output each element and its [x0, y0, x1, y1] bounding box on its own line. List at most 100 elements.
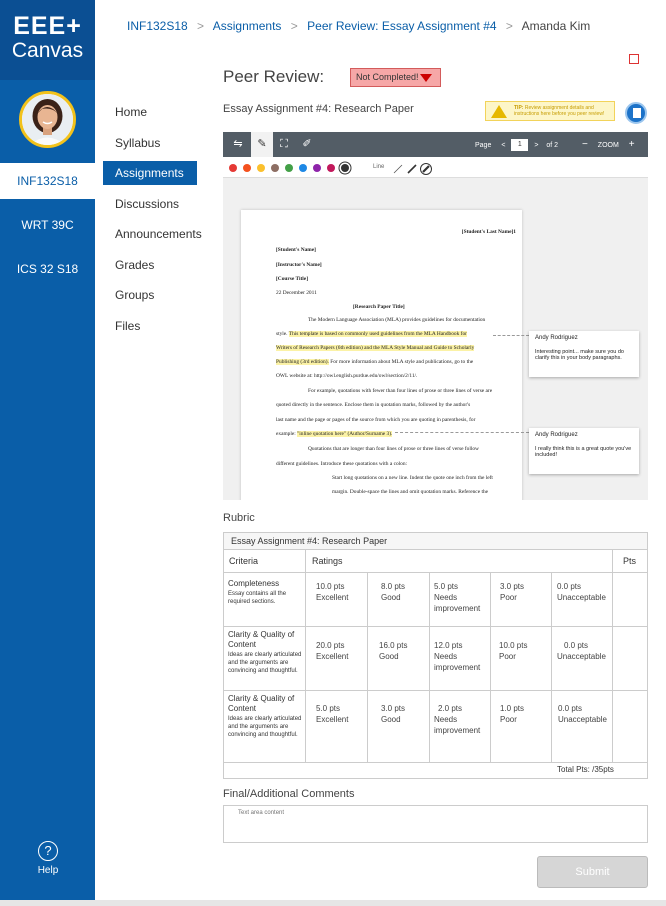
- pen-tool-icon[interactable]: ✎: [251, 132, 273, 157]
- breadcrumb-peer-review[interactable]: Peer Review: Essay Assignment #4: [307, 19, 496, 33]
- color-swatch-purple[interactable]: [313, 164, 321, 172]
- help-button[interactable]: ? Help: [28, 835, 68, 885]
- rating-points: 10.0 pts: [499, 641, 528, 650]
- paper-student: [Student's Name]: [276, 247, 316, 253]
- criterion-title: Clarity & Quality of Content: [228, 630, 295, 649]
- course-inf132s18[interactable]: INF132S18: [0, 163, 95, 199]
- warning-icon: [491, 105, 507, 118]
- rating-label: Excellent: [316, 715, 349, 724]
- rating-cell[interactable]: 5.0 pts Excellent: [316, 703, 348, 725]
- rating-cell[interactable]: 0.0 pts Unacceptable: [557, 640, 606, 662]
- paper-highlight[interactable]: Writers of Research Papers (6th edition)…: [276, 345, 475, 351]
- line-width-icon[interactable]: [393, 163, 433, 175]
- breadcrumb-course[interactable]: INF132S18: [127, 19, 188, 33]
- rating-label: Poor: [499, 652, 516, 661]
- rating-cell[interactable]: 10.0 pts Poor: [499, 640, 527, 662]
- nav-assignments[interactable]: Assignments: [103, 161, 197, 185]
- breadcrumb: INF132S18 > Assignments > Peer Review: E…: [127, 19, 590, 33]
- course-wrt39c[interactable]: WRT 39C: [0, 207, 95, 243]
- color-swatch-yellow[interactable]: [257, 164, 265, 172]
- prev-page-icon[interactable]: <: [501, 142, 505, 149]
- rating-cell[interactable]: 10.0 pts Excellent: [316, 581, 348, 603]
- rating-cell[interactable]: 20.0 pts Excellent: [316, 640, 348, 662]
- color-swatch-orange[interactable]: [243, 164, 251, 172]
- paper-line: margin. Double-space the lines and omit …: [332, 489, 489, 495]
- rating-cell[interactable]: 0.0 pts Unacceptable: [557, 581, 606, 603]
- logo-line1: EEE+: [13, 12, 82, 40]
- paper-line: style. This template is based on commonl…: [276, 331, 467, 337]
- comment-author: Andy Rodriguez: [535, 432, 578, 438]
- breadcrumb-assignments[interactable]: Assignments: [213, 19, 282, 33]
- highlighter-tool-icon[interactable]: ✐: [296, 132, 318, 157]
- rubric-label: Rubric: [223, 512, 255, 524]
- rating-cell[interactable]: 16.0 pts Good: [379, 640, 407, 662]
- rubric-header-row: Criteria Ratings Pts: [224, 550, 647, 573]
- criterion-description: Essay contains all the required sections…: [228, 591, 287, 605]
- chevron-down-icon: [420, 74, 432, 82]
- nav-announcements[interactable]: Announcements: [103, 222, 202, 246]
- rubric-divider: [551, 573, 552, 762]
- nav-groups[interactable]: Groups: [103, 283, 197, 307]
- rating-points: 0.0 pts: [558, 704, 583, 713]
- status-badge[interactable]: Not Completed!: [350, 68, 441, 87]
- paper-line: example: "inline quotation here" (Author…: [276, 431, 393, 437]
- paper-text: style.: [276, 331, 289, 337]
- essay-page: [Student's Last Name]1 [Student's Name] …: [241, 210, 522, 500]
- criterion-description: Ideas are clearly articulated and the ar…: [228, 652, 302, 674]
- help-label: Help: [37, 865, 59, 876]
- color-swatch-black[interactable]: [341, 164, 349, 172]
- paper-highlight[interactable]: "inline quotation here" (Author/Surname …: [297, 431, 393, 437]
- crop-tool-icon[interactable]: ⛶: [273, 132, 295, 157]
- color-swatch-red[interactable]: [229, 164, 237, 172]
- final-comments-input[interactable]: [223, 805, 648, 843]
- zoom-out-icon[interactable]: −: [582, 139, 588, 150]
- help-icon: ?: [38, 841, 58, 861]
- rating-cell[interactable]: 0.0 pts Unacceptable: [558, 703, 607, 725]
- close-icon[interactable]: [629, 54, 639, 64]
- canvas-logo[interactable]: EEE+ Canvas: [0, 0, 95, 80]
- next-page-icon[interactable]: >: [534, 142, 538, 149]
- rubric-total: Total Pts: /35pts: [557, 765, 614, 774]
- rating-cell[interactable]: 3.0 pts Poor: [500, 581, 524, 603]
- color-swatch-magenta[interactable]: [327, 164, 335, 172]
- course-ics32s18[interactable]: ICS 32 S18: [0, 251, 95, 287]
- comment-card[interactable]: Andy Rodriguez I really think this is a …: [529, 428, 639, 474]
- avatar[interactable]: [19, 91, 76, 148]
- color-swatch-brown[interactable]: [271, 164, 279, 172]
- rating-cell[interactable]: 8.0 pts Good: [381, 581, 405, 603]
- global-sidebar: EEE+ Canvas INF132S18 WRT 39C ICS 32 S18…: [0, 0, 95, 900]
- rating-label: Good: [381, 593, 401, 602]
- rating-cell[interactable]: 1.0 pts Poor: [500, 703, 524, 725]
- assignment-details-button[interactable]: [625, 102, 647, 124]
- paper-highlight[interactable]: This template is based on commonly used …: [288, 331, 467, 337]
- submit-button[interactable]: Submit: [537, 856, 648, 888]
- paper-highlight[interactable]: Publishing (3rd edition).: [276, 359, 329, 365]
- select-tool-icon[interactable]: ⇋: [227, 132, 249, 157]
- criterion-title: Completeness: [228, 579, 280, 588]
- rating-cell[interactable]: 2.0 pts Needs improvement: [434, 703, 488, 736]
- rubric-divider: [224, 762, 647, 763]
- criterion-description: Ideas are clearly articulated and the ar…: [228, 716, 302, 738]
- nav-grades[interactable]: Grades: [103, 253, 197, 277]
- comment-text: I really think this is a great quote you…: [535, 446, 632, 458]
- paper-header: [Student's Last Name]1: [461, 229, 516, 235]
- rating-cell[interactable]: 5.0 pts Needs improvement: [434, 581, 488, 614]
- rating-label: Unacceptable: [557, 652, 606, 661]
- rating-label: Needs improvement: [434, 593, 481, 613]
- comment-card[interactable]: Andy Rodriguez Interesting point... make…: [529, 331, 639, 377]
- nav-discussions[interactable]: Discussions: [103, 192, 197, 216]
- course-nav: Home Syllabus Assignments Discussions An…: [103, 100, 202, 344]
- rating-cell[interactable]: 12.0 pts Needs improvement: [434, 640, 488, 673]
- nav-syllabus[interactable]: Syllabus: [103, 131, 197, 155]
- page-input[interactable]: 1: [511, 139, 529, 152]
- nav-home[interactable]: Home: [103, 100, 197, 124]
- rating-points: 3.0 pts: [381, 704, 406, 713]
- rating-cell[interactable]: 3.0 pts Good: [381, 703, 405, 725]
- document-viewer[interactable]: [Student's Last Name]1 [Student's Name] …: [223, 178, 648, 500]
- comment-author: Andy Rodriguez: [535, 335, 578, 341]
- color-swatch-green[interactable]: [285, 164, 293, 172]
- rubric-title: Essay Assignment #4: Research Paper: [224, 533, 647, 550]
- color-swatch-blue[interactable]: [299, 164, 307, 172]
- zoom-in-icon[interactable]: +: [629, 139, 635, 150]
- nav-files[interactable]: Files: [103, 314, 197, 338]
